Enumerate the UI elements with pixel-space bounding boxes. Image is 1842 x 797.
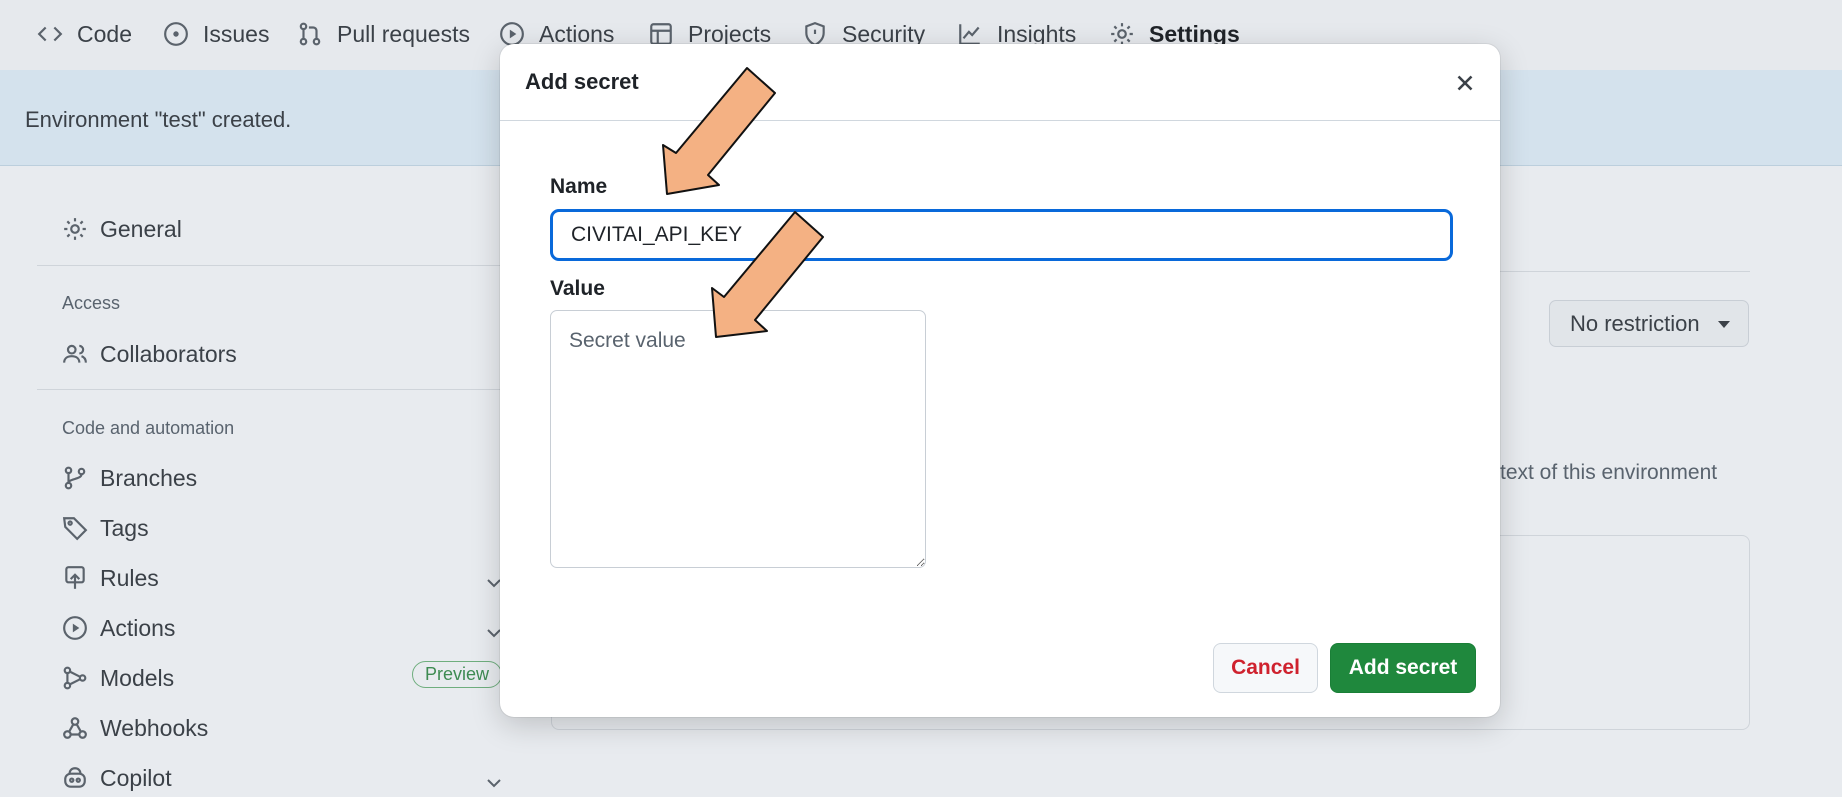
nav-tab-issues[interactable]: Issues xyxy=(163,18,269,50)
select-value: No restriction xyxy=(1570,310,1700,336)
sidebar-item-rules[interactable]: Rules xyxy=(62,561,502,595)
cancel-button[interactable]: Cancel xyxy=(1213,643,1318,693)
dialog-title: Add secret xyxy=(525,69,639,94)
webhook-icon xyxy=(63,717,87,739)
section-divider xyxy=(1500,271,1750,272)
nav-tab-label: Issues xyxy=(203,20,270,47)
sidebar-item-label: Webhooks xyxy=(100,714,209,741)
people-icon xyxy=(63,344,87,363)
name-label: Name xyxy=(550,175,608,198)
sidebar-item-label: Copilot xyxy=(100,764,172,791)
sidebar-item-label: Collaborators xyxy=(100,340,237,367)
chevron-down-icon[interactable] xyxy=(486,770,502,788)
sidebar-item-label: Tags xyxy=(100,514,149,541)
nav-tab-label: Code xyxy=(77,20,132,47)
sidebar-item-branches[interactable]: Branches xyxy=(62,461,502,495)
sidebar-item-label: General xyxy=(100,215,182,242)
close-icon[interactable] xyxy=(1452,70,1478,96)
nav-tab-pull-requests[interactable]: Pull requests xyxy=(297,18,470,50)
sidebar-divider xyxy=(37,265,502,266)
sidebar-item-models[interactable]: Models Preview xyxy=(62,661,503,695)
play-icon xyxy=(63,616,87,640)
sidebar-heading-code-automation: Code and automation xyxy=(62,418,235,438)
sidebar-item-webhooks[interactable]: Webhooks xyxy=(62,711,502,745)
caret-down-icon xyxy=(1718,321,1730,328)
environment-secrets-description: text of this environment xyxy=(1500,461,1718,484)
sidebar-item-tags[interactable]: Tags xyxy=(62,511,502,545)
flash-message: Environment "test" created. xyxy=(25,107,292,132)
deployment-branches-select[interactable]: No restriction xyxy=(1549,300,1749,347)
sidebar-item-actions[interactable]: Actions xyxy=(62,611,502,645)
preview-badge: Preview xyxy=(412,661,503,688)
nav-tab-label: Pull requests xyxy=(337,20,470,47)
sidebar-item-label: Rules xyxy=(100,564,159,591)
branch-icon xyxy=(64,466,86,490)
sidebar-item-copilot[interactable]: Copilot xyxy=(62,761,502,795)
add-secret-dialog: Add secret Name Value Cancel Add secret xyxy=(500,44,1500,717)
value-label: Value xyxy=(550,277,605,300)
secret-value-textarea[interactable] xyxy=(550,310,926,568)
code-icon xyxy=(37,26,63,42)
models-icon xyxy=(63,666,87,690)
sidebar-item-label: Branches xyxy=(100,464,198,491)
sidebar-item-label: Models xyxy=(100,664,175,691)
sidebar-divider xyxy=(37,389,502,390)
nav-tab-code[interactable]: Code xyxy=(37,18,132,50)
tag-icon xyxy=(62,517,88,541)
sidebar-item-label: Actions xyxy=(100,614,176,641)
rules-icon xyxy=(65,566,85,589)
issue-icon xyxy=(164,22,188,46)
gear-icon xyxy=(64,218,86,240)
pull-request-icon xyxy=(299,22,321,46)
copilot-icon xyxy=(64,767,86,788)
sidebar-heading-access: Access xyxy=(62,293,121,313)
sidebar-item-collaborators[interactable]: Collaborators xyxy=(62,337,502,371)
dialog-header: Add secret xyxy=(500,44,1500,121)
sidebar-item-general[interactable]: General xyxy=(62,212,502,246)
secret-name-input[interactable] xyxy=(550,209,1453,261)
add-secret-button[interactable]: Add secret xyxy=(1330,643,1476,693)
